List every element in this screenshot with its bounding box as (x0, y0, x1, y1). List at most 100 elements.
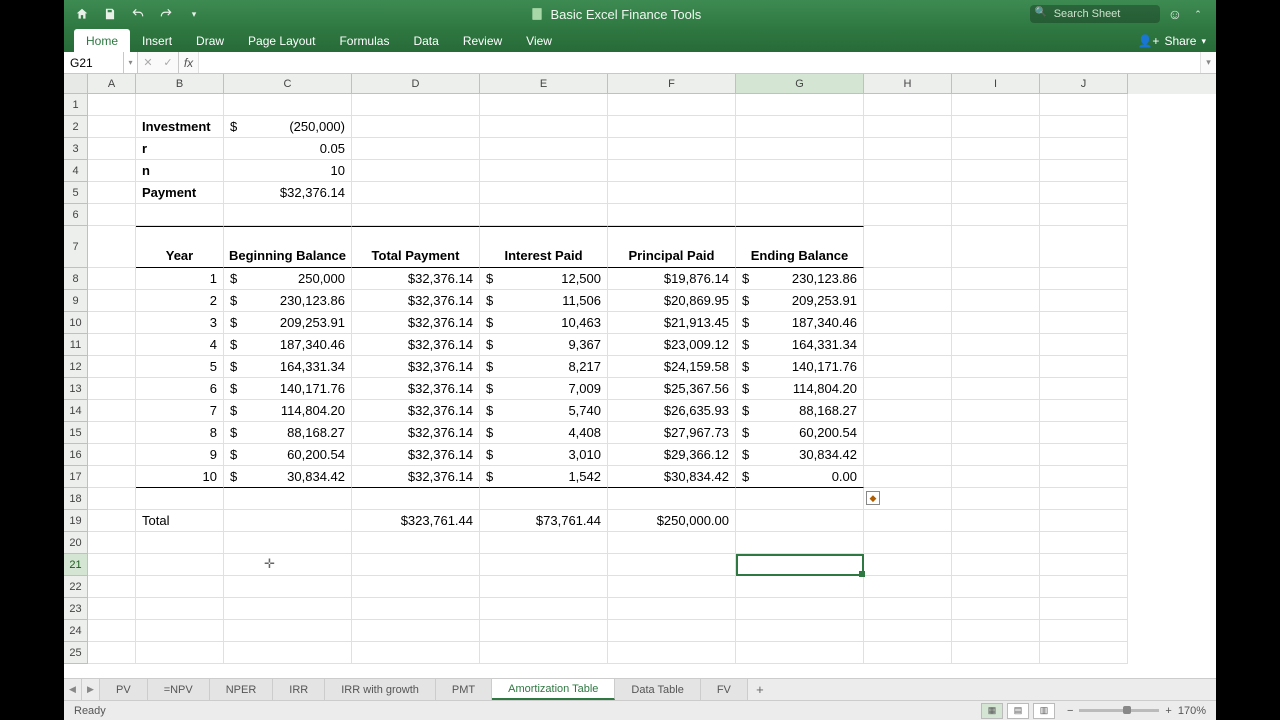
cell[interactable] (352, 554, 480, 576)
cell[interactable] (864, 268, 952, 290)
cell[interactable] (480, 138, 608, 160)
cell[interactable] (952, 204, 1040, 226)
cell[interactable]: r (136, 138, 224, 160)
cell[interactable] (352, 204, 480, 226)
cell[interactable] (608, 94, 736, 116)
cell[interactable] (88, 532, 136, 554)
cell[interactable]: $3,010 (480, 444, 608, 466)
cell[interactable] (88, 226, 136, 268)
add-sheet-button[interactable]: + (748, 679, 772, 700)
cell[interactable]: $25,367.56 (608, 378, 736, 400)
cell[interactable]: $114,804.20 (224, 400, 352, 422)
row-header[interactable]: 9 (64, 290, 88, 312)
cell[interactable] (1040, 488, 1128, 510)
cell[interactable] (864, 334, 952, 356)
cell[interactable] (736, 204, 864, 226)
cell[interactable] (480, 554, 608, 576)
cell[interactable] (224, 532, 352, 554)
view-normal-icon[interactable]: ▦ (981, 703, 1003, 719)
cell[interactable] (736, 532, 864, 554)
cell[interactable] (952, 466, 1040, 488)
cell[interactable] (480, 488, 608, 510)
zoom-slider[interactable] (1079, 709, 1159, 712)
ribbon-tab-draw[interactable]: Draw (184, 29, 236, 52)
cell[interactable] (88, 138, 136, 160)
cell[interactable] (88, 576, 136, 598)
cell[interactable] (88, 116, 136, 138)
cell[interactable]: $230,123.86 (736, 268, 864, 290)
cell[interactable] (352, 576, 480, 598)
cell[interactable]: $88,168.27 (224, 422, 352, 444)
cell[interactable]: $209,253.91 (224, 312, 352, 334)
cell[interactable]: Total Payment (352, 226, 480, 268)
row-header[interactable]: 20 (64, 532, 88, 554)
cell[interactable]: $27,967.73 (608, 422, 736, 444)
cell[interactable] (224, 554, 352, 576)
cell[interactable] (864, 116, 952, 138)
cell[interactable] (1040, 400, 1128, 422)
cell[interactable]: $32,376.14 (352, 356, 480, 378)
formula-input[interactable] (199, 52, 1200, 73)
cell[interactable] (480, 204, 608, 226)
row-header[interactable]: 4 (64, 160, 88, 182)
cell[interactable] (952, 334, 1040, 356)
cell[interactable] (864, 576, 952, 598)
cell[interactable] (864, 204, 952, 226)
cell[interactable] (352, 620, 480, 642)
cell[interactable] (864, 356, 952, 378)
cell[interactable]: Year (136, 226, 224, 268)
cell[interactable] (88, 334, 136, 356)
row-header[interactable]: 25 (64, 642, 88, 664)
cell[interactable] (136, 642, 224, 664)
cell[interactable]: $20,869.95 (608, 290, 736, 312)
cell[interactable]: Payment (136, 182, 224, 204)
cell[interactable]: n (136, 160, 224, 182)
cell[interactable] (480, 94, 608, 116)
cell[interactable] (480, 642, 608, 664)
row-header[interactable]: 3 (64, 138, 88, 160)
sheet-nav-prev-icon[interactable]: ◀ (64, 679, 82, 700)
cell[interactable]: $30,834.42 (608, 466, 736, 488)
cell[interactable] (952, 356, 1040, 378)
cell[interactable]: $187,340.46 (736, 312, 864, 334)
row-header[interactable]: 2 (64, 116, 88, 138)
cell[interactable] (952, 312, 1040, 334)
cell[interactable] (224, 94, 352, 116)
cell[interactable] (608, 532, 736, 554)
cell[interactable]: 8 (136, 422, 224, 444)
cell[interactable] (1040, 312, 1128, 334)
fx-icon[interactable]: fx (179, 52, 199, 73)
cell[interactable] (952, 422, 1040, 444)
feedback-icon[interactable]: ☺ (1168, 6, 1182, 22)
cell[interactable] (952, 378, 1040, 400)
cell[interactable]: $30,834.42 (224, 466, 352, 488)
cell[interactable] (88, 510, 136, 532)
column-header[interactable]: J (1040, 74, 1128, 94)
cell[interactable]: $19,876.14 (608, 268, 736, 290)
column-header[interactable]: G (736, 74, 864, 94)
cell[interactable] (1040, 268, 1128, 290)
cell[interactable] (136, 576, 224, 598)
column-header[interactable]: E (480, 74, 608, 94)
home-icon[interactable] (74, 6, 90, 22)
cell[interactable]: $1,542 (480, 466, 608, 488)
cell[interactable]: 10 (224, 160, 352, 182)
cell[interactable] (608, 598, 736, 620)
cell[interactable]: $187,340.46 (224, 334, 352, 356)
cell[interactable] (1040, 422, 1128, 444)
cell[interactable] (1040, 466, 1128, 488)
cell[interactable] (352, 182, 480, 204)
cell[interactable]: 4 (136, 334, 224, 356)
select-all-corner[interactable] (64, 74, 88, 94)
cell[interactable]: $23,009.12 (608, 334, 736, 356)
cell[interactable] (480, 160, 608, 182)
cell[interactable] (352, 488, 480, 510)
cell[interactable] (952, 400, 1040, 422)
cell[interactable]: $114,804.20 (736, 378, 864, 400)
cell[interactable] (224, 576, 352, 598)
cell[interactable] (952, 268, 1040, 290)
sheet-tab[interactable]: Amortization Table (492, 679, 615, 700)
cell[interactable] (736, 94, 864, 116)
cell[interactable] (224, 204, 352, 226)
cell[interactable]: $60,200.54 (224, 444, 352, 466)
